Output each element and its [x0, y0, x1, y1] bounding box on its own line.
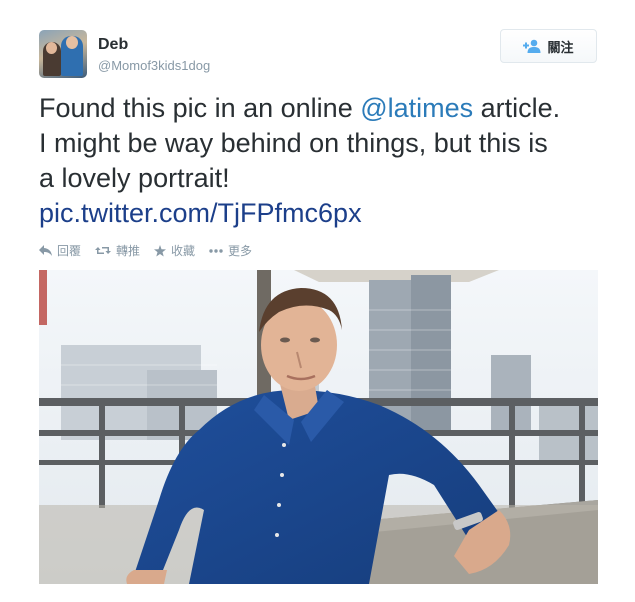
avatar-face-right [66, 36, 78, 49]
reply-action[interactable]: 回覆 [39, 242, 81, 259]
photo-illustration [39, 270, 598, 584]
tweet-text: Found this pic in an online @latimes art… [39, 91, 609, 231]
tweet-actions: 回覆 轉推 收藏 更多 [39, 242, 252, 259]
user-handle[interactable]: @Momof3kids1dog [98, 58, 210, 73]
mention-link[interactable]: @latimes [360, 93, 473, 123]
favorite-label: 收藏 [171, 244, 196, 258]
tweet-photo[interactable] [39, 270, 598, 584]
ellipsis-icon [209, 248, 223, 253]
tweet-line-2: I might be way behind on things, but thi… [39, 128, 548, 158]
follow-button[interactable]: 關注 [500, 29, 597, 63]
add-user-icon [523, 39, 541, 53]
more-label: 更多 [228, 244, 253, 258]
reply-label: 回覆 [57, 244, 82, 258]
favorite-action[interactable]: 收藏 [154, 242, 195, 259]
follow-button-label: 關注 [547, 39, 574, 55]
tweet-line-1-after: article. [473, 93, 561, 123]
pic-link[interactable]: pic.twitter.com/TjFPfmc6px [39, 196, 609, 231]
more-action[interactable]: 更多 [209, 242, 252, 259]
tweet-line-1: Found this pic in an online @latimes art… [39, 91, 609, 126]
retweet-label: 轉推 [116, 244, 141, 258]
tweet-line-1-before: Found this pic in an online [39, 93, 361, 123]
star-icon [154, 244, 167, 256]
avatar-face-left [46, 42, 57, 54]
reply-arrow-icon [39, 245, 52, 256]
tweet-line-3: a lovely portrait! [39, 163, 230, 193]
retweet-icon [95, 247, 112, 254]
avatar[interactable] [39, 30, 87, 78]
retweet-action[interactable]: 轉推 [95, 242, 140, 259]
user-name[interactable]: Deb [98, 36, 128, 54]
